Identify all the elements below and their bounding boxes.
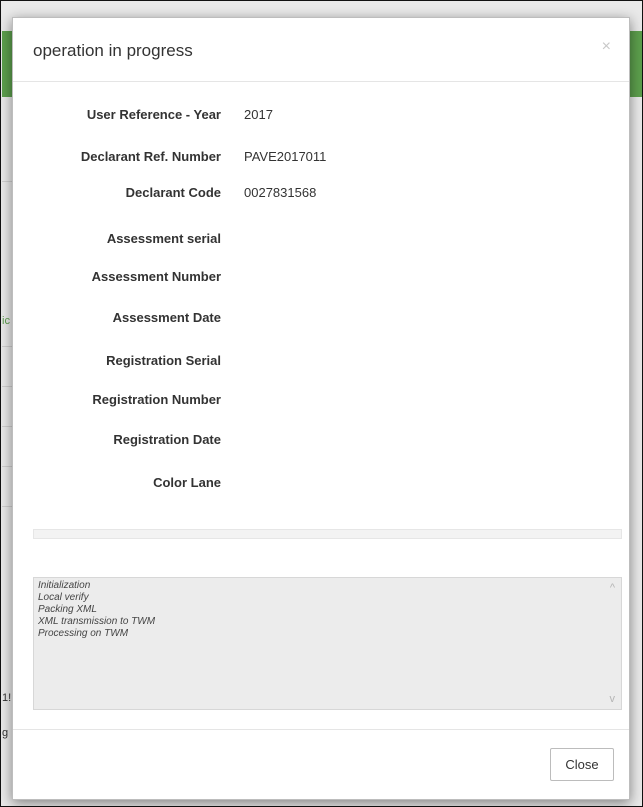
operation-progress-dialog: operation in progress × User Reference -… [12, 17, 630, 800]
field-label: Declarant Ref. Number [80, 149, 221, 164]
progress-bar [33, 529, 622, 539]
field-value: 0027831568 [244, 185, 317, 200]
field-label: Registration Date [113, 432, 221, 447]
dialog-footer: Close [13, 729, 629, 799]
log-line: XML transmission to TWM [38, 616, 156, 627]
field-row-color-lane: Color Lane [13, 475, 629, 495]
field-label: Assessment Number [91, 269, 221, 284]
field-label: Assessment Date [112, 310, 221, 325]
log-lines: Initialization Local verify Packing XML … [34, 578, 621, 642]
field-label: User Reference - Year [86, 107, 221, 122]
log-line: Processing on TWM [38, 628, 129, 639]
field-row-assessment-date: Assessment Date [13, 310, 629, 330]
log-line: Initialization [38, 580, 91, 591]
field-row-user-reference-year: User Reference - Year 2017 [13, 107, 629, 127]
field-label: Registration Serial [106, 353, 221, 368]
field-label: Declarant Code [125, 185, 221, 200]
close-button[interactable]: Close [550, 748, 614, 781]
field-label: Registration Number [92, 392, 221, 407]
field-value: PAVE2017011 [244, 149, 327, 164]
operation-log[interactable]: Initialization Local verify Packing XML … [33, 577, 622, 710]
field-label: Color Lane [153, 475, 221, 490]
log-line: Local verify [38, 592, 89, 603]
close-icon[interactable]: × [602, 38, 611, 56]
field-row-declarant-code: Declarant Code 0027831568 [13, 185, 629, 205]
scroll-up-icon[interactable]: ^ [610, 582, 615, 594]
scroll-down-icon[interactable]: v [610, 693, 616, 705]
field-row-registration-number: Registration Number [13, 392, 629, 412]
dialog-header: operation in progress × [13, 18, 629, 82]
dialog-title: operation in progress [33, 41, 193, 60]
log-line: Packing XML [38, 604, 97, 615]
field-value: 2017 [244, 107, 273, 122]
field-row-declarant-ref-number: Declarant Ref. Number PAVE2017011 [13, 149, 629, 169]
field-row-registration-serial: Registration Serial [13, 353, 629, 373]
field-label: Assessment serial [106, 231, 221, 246]
field-row-assessment-serial: Assessment serial [13, 231, 629, 251]
field-row-registration-date: Registration Date [13, 432, 629, 452]
field-row-assessment-number: Assessment Number [13, 269, 629, 289]
